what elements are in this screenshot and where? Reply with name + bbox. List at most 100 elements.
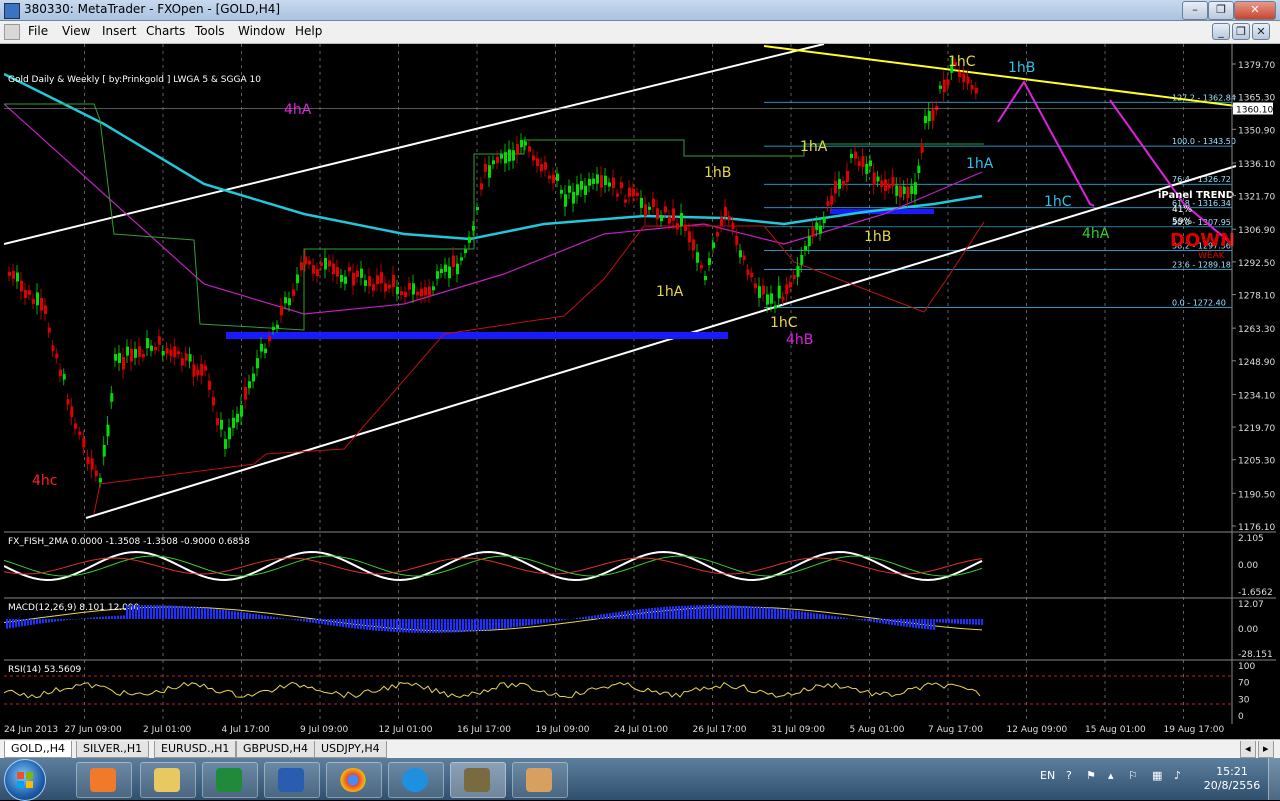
macd-bar [387,619,389,632]
taskbar-metatrader[interactable] [450,762,506,798]
wave-label: 1hA [966,156,994,172]
candle-body [692,239,695,251]
taskbar-chrome[interactable] [326,762,382,798]
price-chart[interactable]: 127.2 - 1362.84100.0 - 1343.5076.4 - 132… [4,44,1276,738]
macd-bar [852,618,854,620]
macd-bar [288,619,290,620]
candle-body [228,427,231,440]
tab-gbpusd-h4[interactable]: GBPUSD,H4 [236,741,315,758]
menu-window[interactable]: Window [238,24,285,38]
macd-bar [921,619,923,629]
macd-bar [648,608,650,619]
candle-body [32,299,35,304]
menu-file[interactable]: File [28,24,48,38]
taskbar-paint[interactable] [512,762,568,798]
macd-bar [801,611,803,619]
candle-body [169,349,173,357]
macd-bar [861,619,863,621]
macd-bar [501,619,503,629]
tab-scroll-left[interactable]: ◂ [1240,741,1256,758]
chart-restore-button[interactable]: ❐ [1232,23,1250,40]
macd-bar [609,613,611,619]
chart-minimize-button[interactable]: _ [1212,23,1230,40]
macd-bar [981,619,983,625]
macd-bar [759,606,761,619]
menu-charts[interactable]: Charts [146,24,185,38]
macd-bar [528,619,530,626]
taskbar-media-player[interactable] [76,762,132,798]
maximize-button[interactable]: ❐ [1208,1,1234,20]
candle-body [612,177,615,189]
arrow-tray-icon[interactable]: ▴ [1108,769,1114,782]
macd-bar [405,619,407,633]
macd-bar [339,619,341,627]
time-tick-label: 15 Aug 01:00 [1085,725,1146,735]
candle-body [36,292,39,306]
macd-bar [768,607,770,619]
candle-body [696,252,699,263]
help-tray-icon[interactable]: ? [1066,769,1072,782]
macd-bar [888,619,890,625]
candle-body [204,365,207,371]
show-desktop-button[interactable] [1268,758,1280,800]
candle-body [739,250,742,258]
macd-bar [576,617,578,619]
menu-insert[interactable]: Insert [102,24,136,38]
macd-bar [312,619,314,623]
candle-body [380,272,383,284]
macd-bar [369,619,371,631]
menu-view[interactable]: View [62,24,90,38]
taskbar-excel[interactable] [202,762,258,798]
macd-bar [735,605,737,619]
macd-bar [918,619,920,629]
flag-tray-icon[interactable]: ⚑ [1086,769,1096,782]
language-indicator[interactable]: EN [1040,769,1055,782]
taskbar-internet-explorer[interactable] [388,762,444,798]
chart-window[interactable]: 127.2 - 1362.84 100.0 - 1343.50 76.4 - 132… [4,44,1276,738]
close-button[interactable]: ✕ [1234,1,1276,20]
tab-silver-h1[interactable]: SILVER.,H1 [76,741,150,758]
macd-bar [906,619,908,627]
candle-body [854,151,857,159]
macd-bar [828,615,830,619]
taskbar-explorer[interactable] [140,762,196,798]
candle-body [344,276,347,284]
macd-bar [564,619,566,620]
macd-bar [822,614,824,619]
macd-bar [522,619,524,627]
macd-bar [783,609,785,619]
wave-label: 1hB [1008,60,1035,76]
candle-body [552,174,555,184]
candle-body [800,254,804,265]
action-center-icon[interactable]: ⚐ [1128,769,1138,782]
macd-bar [606,613,608,619]
volume-icon[interactable]: ♪ [1174,769,1181,782]
menu-tools[interactable]: Tools [195,24,225,38]
wave-label: 1hC [948,54,976,70]
macd-bar [600,614,602,619]
macd-bar [546,619,548,623]
macd-bar [738,605,740,619]
chart-close-button[interactable]: ✕ [1252,23,1270,40]
tab-eurusd-h1[interactable]: EURUSD.,H1 [154,741,237,758]
taskbar-word[interactable] [264,762,320,798]
candle-body [16,272,19,282]
candle-body [448,266,451,279]
macd-bar [570,618,572,620]
wave-label: 4hB [786,332,813,348]
ipanel-strength: WEAK [1198,251,1226,261]
macd-bar [33,619,35,625]
macd-bar [156,605,158,619]
tab-gold-h4[interactable]: GOLD,,H4 [4,741,73,758]
minimize-button[interactable]: – [1182,1,1208,20]
candle-body [974,87,978,94]
menu-bar: File View Insert Charts Tools Window Hel… [0,21,1280,44]
macd-bar [99,616,101,619]
ipanel-title: iPanel TREND [1158,190,1234,201]
tab-usdjpy-h4[interactable]: USDJPY,H4 [314,741,387,758]
system-clock[interactable]: 15:21 20/8/2556 [1200,765,1264,793]
menu-help[interactable]: Help [295,24,322,38]
tab-scroll-right[interactable]: ▸ [1258,741,1274,758]
start-button[interactable] [4,759,46,801]
network-icon[interactable]: ▦ [1152,769,1162,782]
